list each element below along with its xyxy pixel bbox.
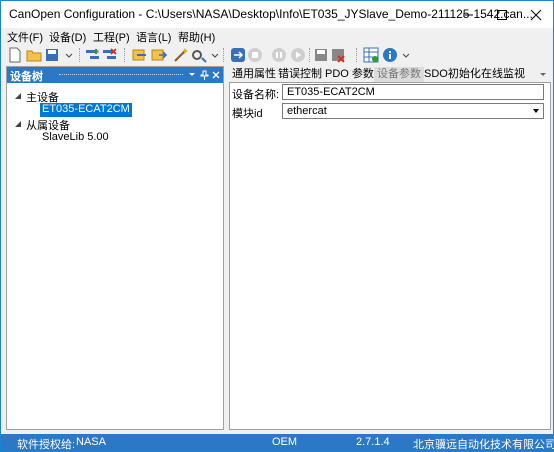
app-window: CanOpen Configuration - C:\Users\NASA\De… <box>0 0 554 452</box>
expanded-arrow-icon[interactable] <box>14 92 22 100</box>
tab-pdo[interactable]: PDO 参数 <box>322 67 377 82</box>
menu-bar: 文件(F) 设备(D) 工程(P) 语言(L) 帮助(H) <box>1 28 553 44</box>
save-icon[interactable] <box>44 47 60 63</box>
close-button[interactable] <box>519 1 553 28</box>
edition: OEM <box>272 436 298 448</box>
toolbar <box>1 44 553 66</box>
company: 北京骥远自动化技术有限公司 <box>413 439 554 451</box>
device-tree-panel: 设备树 主设备 ET035-ECAT2CM 从属设备 SlaveLib 5.00 <box>6 66 224 430</box>
pause-icon[interactable] <box>271 47 287 63</box>
open-folder-icon[interactable] <box>26 47 42 63</box>
close-icon[interactable] <box>212 71 220 79</box>
module-id-value: ethercat <box>287 105 327 117</box>
header-grip <box>59 74 183 77</box>
minimize-icon <box>463 14 473 15</box>
add-device-icon[interactable] <box>85 47 101 63</box>
title-bar: CanOpen Configuration - C:\Users\NASA\De… <box>1 1 553 28</box>
new-file-icon[interactable] <box>7 47 23 63</box>
license-user: NASA <box>76 436 106 448</box>
maximize-button[interactable] <box>485 1 519 28</box>
toolbar-separator <box>223 48 225 62</box>
dropdown-chevron-icon[interactable] <box>188 71 196 79</box>
dropdown-chevron-icon[interactable] <box>207 47 223 63</box>
save-config-icon[interactable] <box>313 47 329 63</box>
tree-node-master-child[interactable]: ET035-ECAT2CM <box>40 103 132 117</box>
expanded-arrow-icon[interactable] <box>14 120 22 128</box>
close-icon <box>530 9 542 20</box>
menu-language[interactable]: 语言(L) <box>136 29 171 45</box>
status-bar: 软件授权给: NASA OEM 2.7.1.4 北京骥远自动化技术有限公司 <box>1 434 554 451</box>
pin-icon[interactable] <box>200 70 209 80</box>
tab-general[interactable]: 通用属性 <box>229 67 279 82</box>
chevron-down-icon <box>533 109 539 113</box>
menu-help[interactable]: 帮助(H) <box>178 29 215 45</box>
tab-strip: 通用属性 错误控制 PDO 参数 设备参数 SDO初始化 在线监视 <box>229 67 551 82</box>
minimize-button[interactable] <box>451 1 485 28</box>
connect-icon[interactable] <box>230 47 246 63</box>
tree-label-master-child: ET035-ECAT2CM <box>42 103 130 115</box>
device-name-label: 设备名称: <box>232 89 280 101</box>
device-params-page: 设备名称: ET035-ECAT2CM 模块id ethercat <box>229 82 551 430</box>
import-icon[interactable] <box>132 47 148 63</box>
tab-scroll-icon[interactable] <box>539 71 547 79</box>
dropdown-chevron-icon[interactable] <box>398 47 414 63</box>
device-tree-title: 设备树 <box>10 71 43 83</box>
menu-device[interactable]: 设备(D) <box>49 29 86 45</box>
tree-node-slave-child[interactable]: SlaveLib 5.00 <box>42 131 109 145</box>
device-tree-header: 设备树 <box>7 67 223 83</box>
module-id-select[interactable]: ethercat <box>282 103 544 119</box>
tab-error-control[interactable]: 错误控制 <box>275 67 325 82</box>
tree-label-slave-child: SlaveLib 5.00 <box>42 131 109 143</box>
toolbar-separator <box>356 48 358 62</box>
play-icon[interactable] <box>290 47 306 63</box>
dropdown-chevron-icon[interactable] <box>61 47 77 63</box>
menu-file[interactable]: 文件(F) <box>7 29 43 45</box>
module-id-label: 模块id <box>232 108 263 120</box>
toolbar-separator <box>79 48 81 62</box>
info-icon[interactable] <box>382 47 398 63</box>
maximize-icon <box>497 9 507 20</box>
grid-icon[interactable] <box>363 47 379 63</box>
tab-sdo-init[interactable]: SDO初始化 <box>421 67 484 82</box>
remove-device-icon[interactable] <box>102 47 118 63</box>
tab-online-monitor[interactable]: 在线监视 <box>478 67 528 82</box>
export-icon[interactable] <box>151 47 167 63</box>
settings-icon[interactable] <box>191 47 207 63</box>
stop-icon[interactable] <box>247 47 263 63</box>
menu-project[interactable]: 工程(P) <box>93 29 130 45</box>
toolbar-separator <box>309 48 311 62</box>
tab-device-params[interactable]: 设备参数 <box>374 67 424 82</box>
wand-icon[interactable] <box>173 47 189 63</box>
delete-config-icon[interactable] <box>330 47 346 63</box>
toolbar-separator <box>124 48 126 62</box>
version: 2.7.1.4 <box>356 436 390 448</box>
license-label: 软件授权给: <box>17 439 76 451</box>
device-name-field[interactable]: ET035-ECAT2CM <box>282 84 544 100</box>
